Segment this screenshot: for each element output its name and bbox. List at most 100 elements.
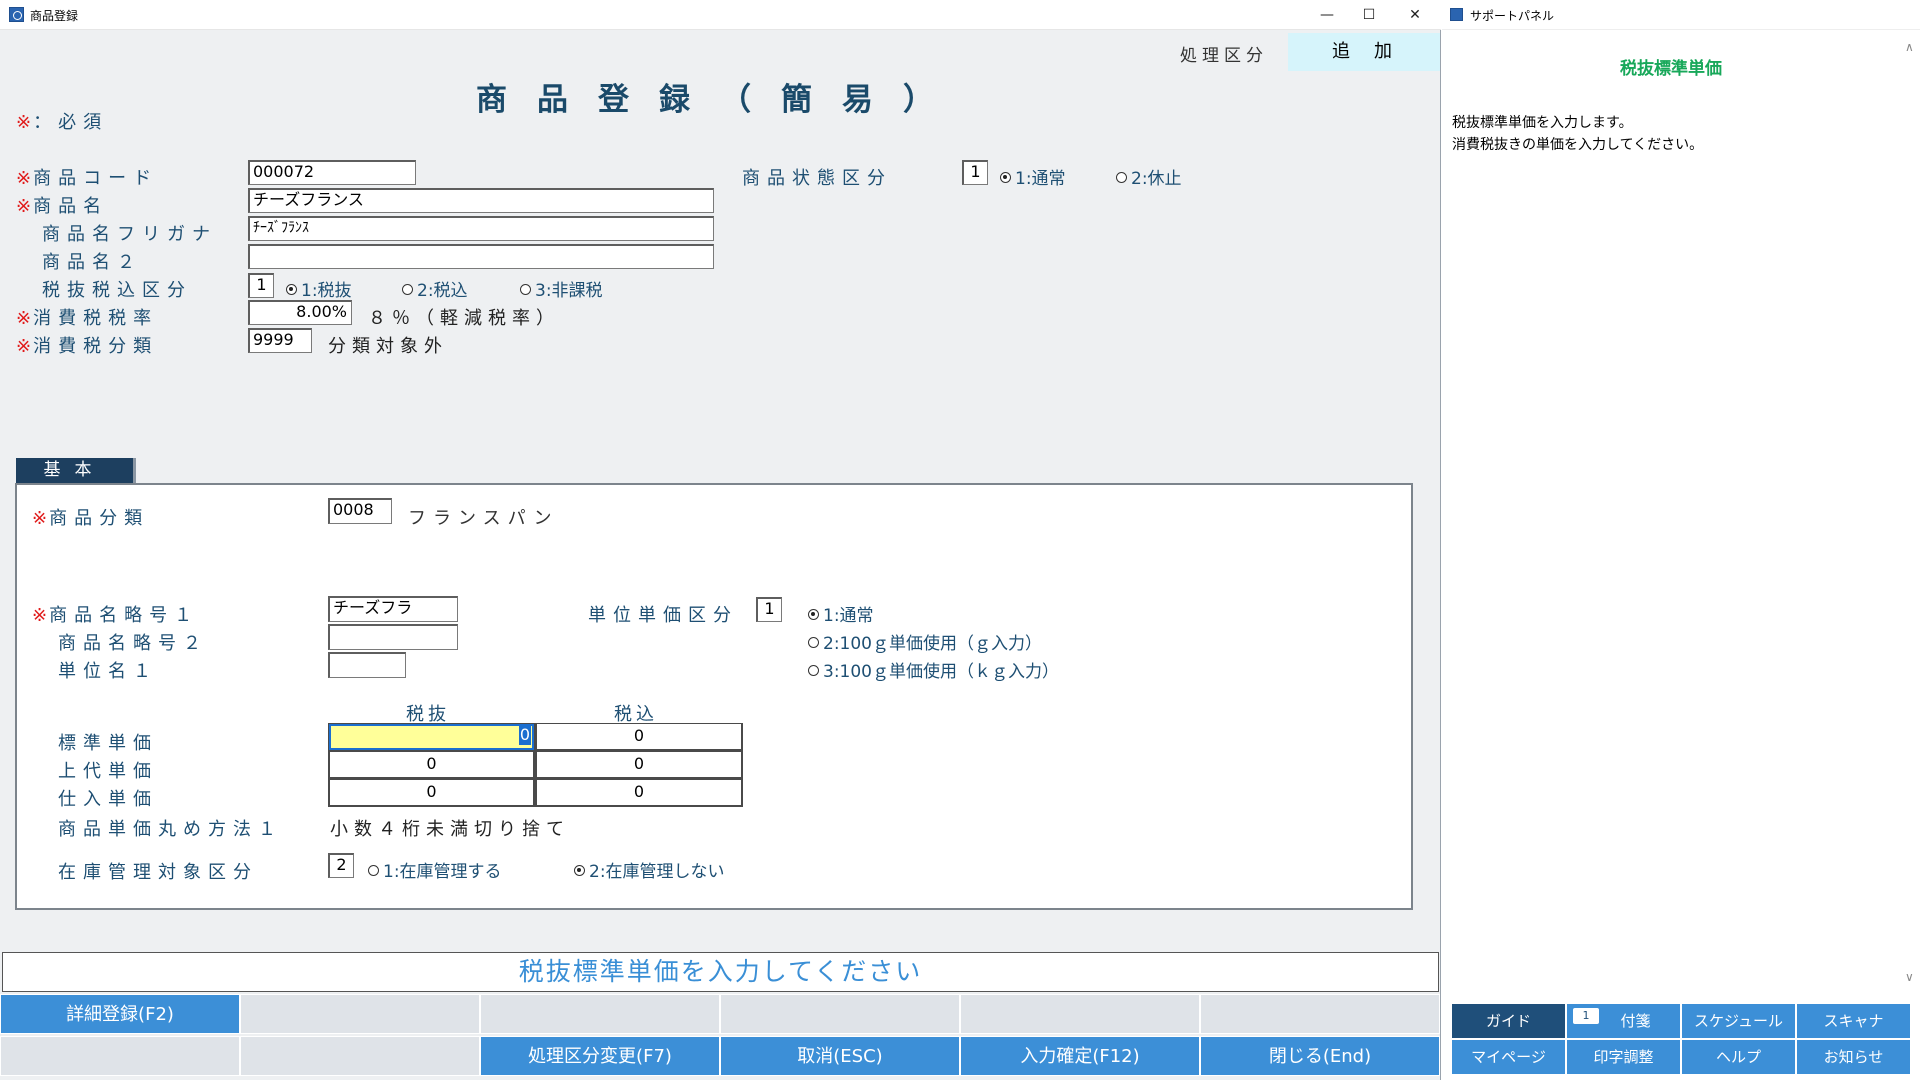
taxrate-label: ※ 消費税税率	[16, 308, 159, 329]
unitprice-option-3[interactable]: 3:100ｇ単価使用（ｋｇ入力）	[808, 657, 1059, 682]
taxcat-field[interactable]: 9999	[248, 328, 312, 353]
fkey-empty	[480, 994, 720, 1034]
unitprice-option-2[interactable]: 2:100ｇ単価使用（ｇ入力）	[808, 629, 1042, 654]
code-field[interactable]: 000072	[248, 160, 416, 185]
fkey-empty	[960, 994, 1200, 1034]
category-label: ※ 商品分類	[32, 508, 150, 529]
change-mode-button[interactable]: 処理区分変更(F7)	[480, 1036, 720, 1076]
unit1-label: 単位名１	[58, 661, 158, 682]
radio-selected-icon	[1000, 171, 1011, 183]
unit1-field[interactable]	[328, 652, 406, 678]
price-row-label: 標準単価	[58, 733, 158, 754]
scroll-down-icon[interactable]: ∨	[1905, 970, 1914, 984]
name2-label: 商品名２	[42, 252, 142, 273]
fkey-empty	[0, 1036, 240, 1076]
radio-selected-icon	[808, 608, 819, 620]
abbr1-label: ※ 商品名略号１	[32, 605, 200, 626]
cancel-button[interactable]: 取消(ESC)	[720, 1036, 960, 1076]
confirm-button[interactable]: 入力確定(F12)	[960, 1036, 1200, 1076]
unitprice-option-1[interactable]: 1:通常	[808, 601, 874, 626]
fkey-empty	[720, 994, 960, 1034]
taxcat-desc: 分類対象外	[328, 336, 448, 357]
support-line: 消費税抜きの単価を入力してください。	[1452, 137, 1704, 153]
status-option-2[interactable]: 2:休止	[1116, 164, 1182, 189]
mode-label: 処理区分	[1180, 46, 1268, 66]
support-panel: サポートパネル 税抜標準単価 税抜標準単価を入力します。 消費税抜きの単価を入力…	[1442, 0, 1920, 1080]
radio-icon	[402, 283, 413, 295]
mypage-button[interactable]: マイページ	[1452, 1040, 1565, 1074]
help-button[interactable]: ヘルプ	[1682, 1040, 1795, 1074]
purchase-price-incl-field[interactable]: 0	[535, 779, 743, 807]
app-icon	[9, 7, 24, 22]
maximize-button[interactable]: ☐	[1354, 3, 1384, 27]
name-label: ※ 商品名	[16, 196, 109, 217]
support-title-bar: サポートパネル	[1442, 0, 1920, 30]
rounding-value: 小数４桁未満切り捨て	[330, 819, 570, 840]
kana-label: 商品名フリガナ	[42, 224, 217, 245]
taxmode-option-1[interactable]: 1:税抜	[286, 276, 352, 301]
abbr1-field[interactable]: チーズフラ	[328, 596, 458, 622]
minimize-button[interactable]: —	[1312, 3, 1342, 27]
support-app-icon	[1450, 8, 1463, 21]
standard-price-incl-field[interactable]: 0	[535, 723, 743, 751]
category-field[interactable]: 0008	[328, 498, 392, 524]
fkey-empty	[1200, 994, 1440, 1034]
stock-option-1[interactable]: 1:在庫管理する	[368, 857, 502, 882]
taxmode-field[interactable]: 1	[248, 273, 274, 298]
support-line: 税抜標準単価を入力します。	[1452, 115, 1633, 131]
retail-price-excl-field[interactable]: 0	[328, 751, 535, 779]
taxmode-label: 税抜税込区分	[42, 280, 192, 301]
sticky-note-button[interactable]: 1 付箋	[1567, 1004, 1680, 1038]
support-heading: 税抜標準単価	[1620, 59, 1722, 79]
mode-area: 処理区分 追加	[1150, 33, 1440, 71]
unitprice-label: 単位単価区分	[588, 605, 738, 626]
taxmode-option-2[interactable]: 2:税込	[402, 276, 468, 301]
stock-field[interactable]: 2	[328, 853, 354, 878]
name2-field[interactable]	[248, 244, 714, 269]
required-mark: ※	[16, 112, 32, 133]
purchase-price-excl-field[interactable]: 0	[328, 779, 535, 807]
taxmode-option-3[interactable]: 3:非課税	[520, 276, 603, 301]
taxrate-desc: ８％（軽減税率）	[368, 308, 560, 329]
schedule-button[interactable]: スケジュール	[1682, 1004, 1795, 1038]
price-row-label: 仕入単価	[58, 789, 158, 810]
fkey-empty	[240, 1036, 480, 1076]
name-field[interactable]: チーズフランス	[248, 188, 714, 213]
retail-price-incl-field[interactable]: 0	[535, 751, 743, 779]
close-button[interactable]: ✕	[1400, 3, 1430, 27]
rounding-label: 商品単価丸め方法１	[58, 819, 283, 840]
abbr2-field[interactable]	[328, 624, 458, 650]
unitprice-field[interactable]: 1	[756, 597, 782, 622]
detail-register-button[interactable]: 詳細登録(F2)	[0, 994, 240, 1034]
print-adjust-button[interactable]: 印字調整	[1567, 1040, 1680, 1074]
radio-icon	[1116, 171, 1127, 183]
required-note: ※ ：必須	[16, 112, 109, 133]
sticky-note-icon: 1	[1573, 1008, 1599, 1024]
radio-selected-icon	[574, 864, 585, 876]
code-label: ※ 商品コード	[16, 168, 159, 189]
kana-field[interactable]: ﾁｰｽﾞﾌﾗﾝｽ	[248, 216, 714, 241]
window-title: 商品登録	[30, 9, 79, 23]
scanner-button[interactable]: スキャナ	[1797, 1004, 1910, 1038]
radio-icon	[368, 864, 379, 876]
standard-price-excl-field[interactable]: 0	[328, 723, 535, 751]
close-form-button[interactable]: 閉じる(End)	[1200, 1036, 1440, 1076]
status-label: 商品状態区分	[742, 168, 892, 189]
status-option-1[interactable]: 1:通常	[1000, 164, 1066, 189]
guide-button[interactable]: ガイド	[1452, 1004, 1565, 1038]
page-title: 商品登録（簡易）	[476, 82, 964, 118]
stock-option-2[interactable]: 2:在庫管理しない	[574, 857, 725, 882]
radio-icon	[808, 636, 819, 648]
support-body: 税抜標準単価を入力します。 消費税抜きの単価を入力してください。	[1452, 112, 1703, 156]
taxrate-field[interactable]: 8.00%	[248, 300, 352, 325]
tab-basic[interactable]: 基本	[16, 458, 136, 483]
radio-selected-icon	[286, 283, 297, 295]
stock-label: 在庫管理対象区分	[58, 862, 258, 883]
status-field[interactable]: 1	[962, 160, 988, 185]
notice-button[interactable]: お知らせ	[1797, 1040, 1910, 1074]
message-bar: 税抜標準単価を入力してください	[2, 952, 1439, 992]
support-scrollbar[interactable]: ∧ ∨	[1902, 40, 1920, 990]
radio-icon	[808, 664, 819, 676]
radio-icon	[520, 283, 531, 295]
scroll-up-icon[interactable]: ∧	[1905, 40, 1914, 54]
